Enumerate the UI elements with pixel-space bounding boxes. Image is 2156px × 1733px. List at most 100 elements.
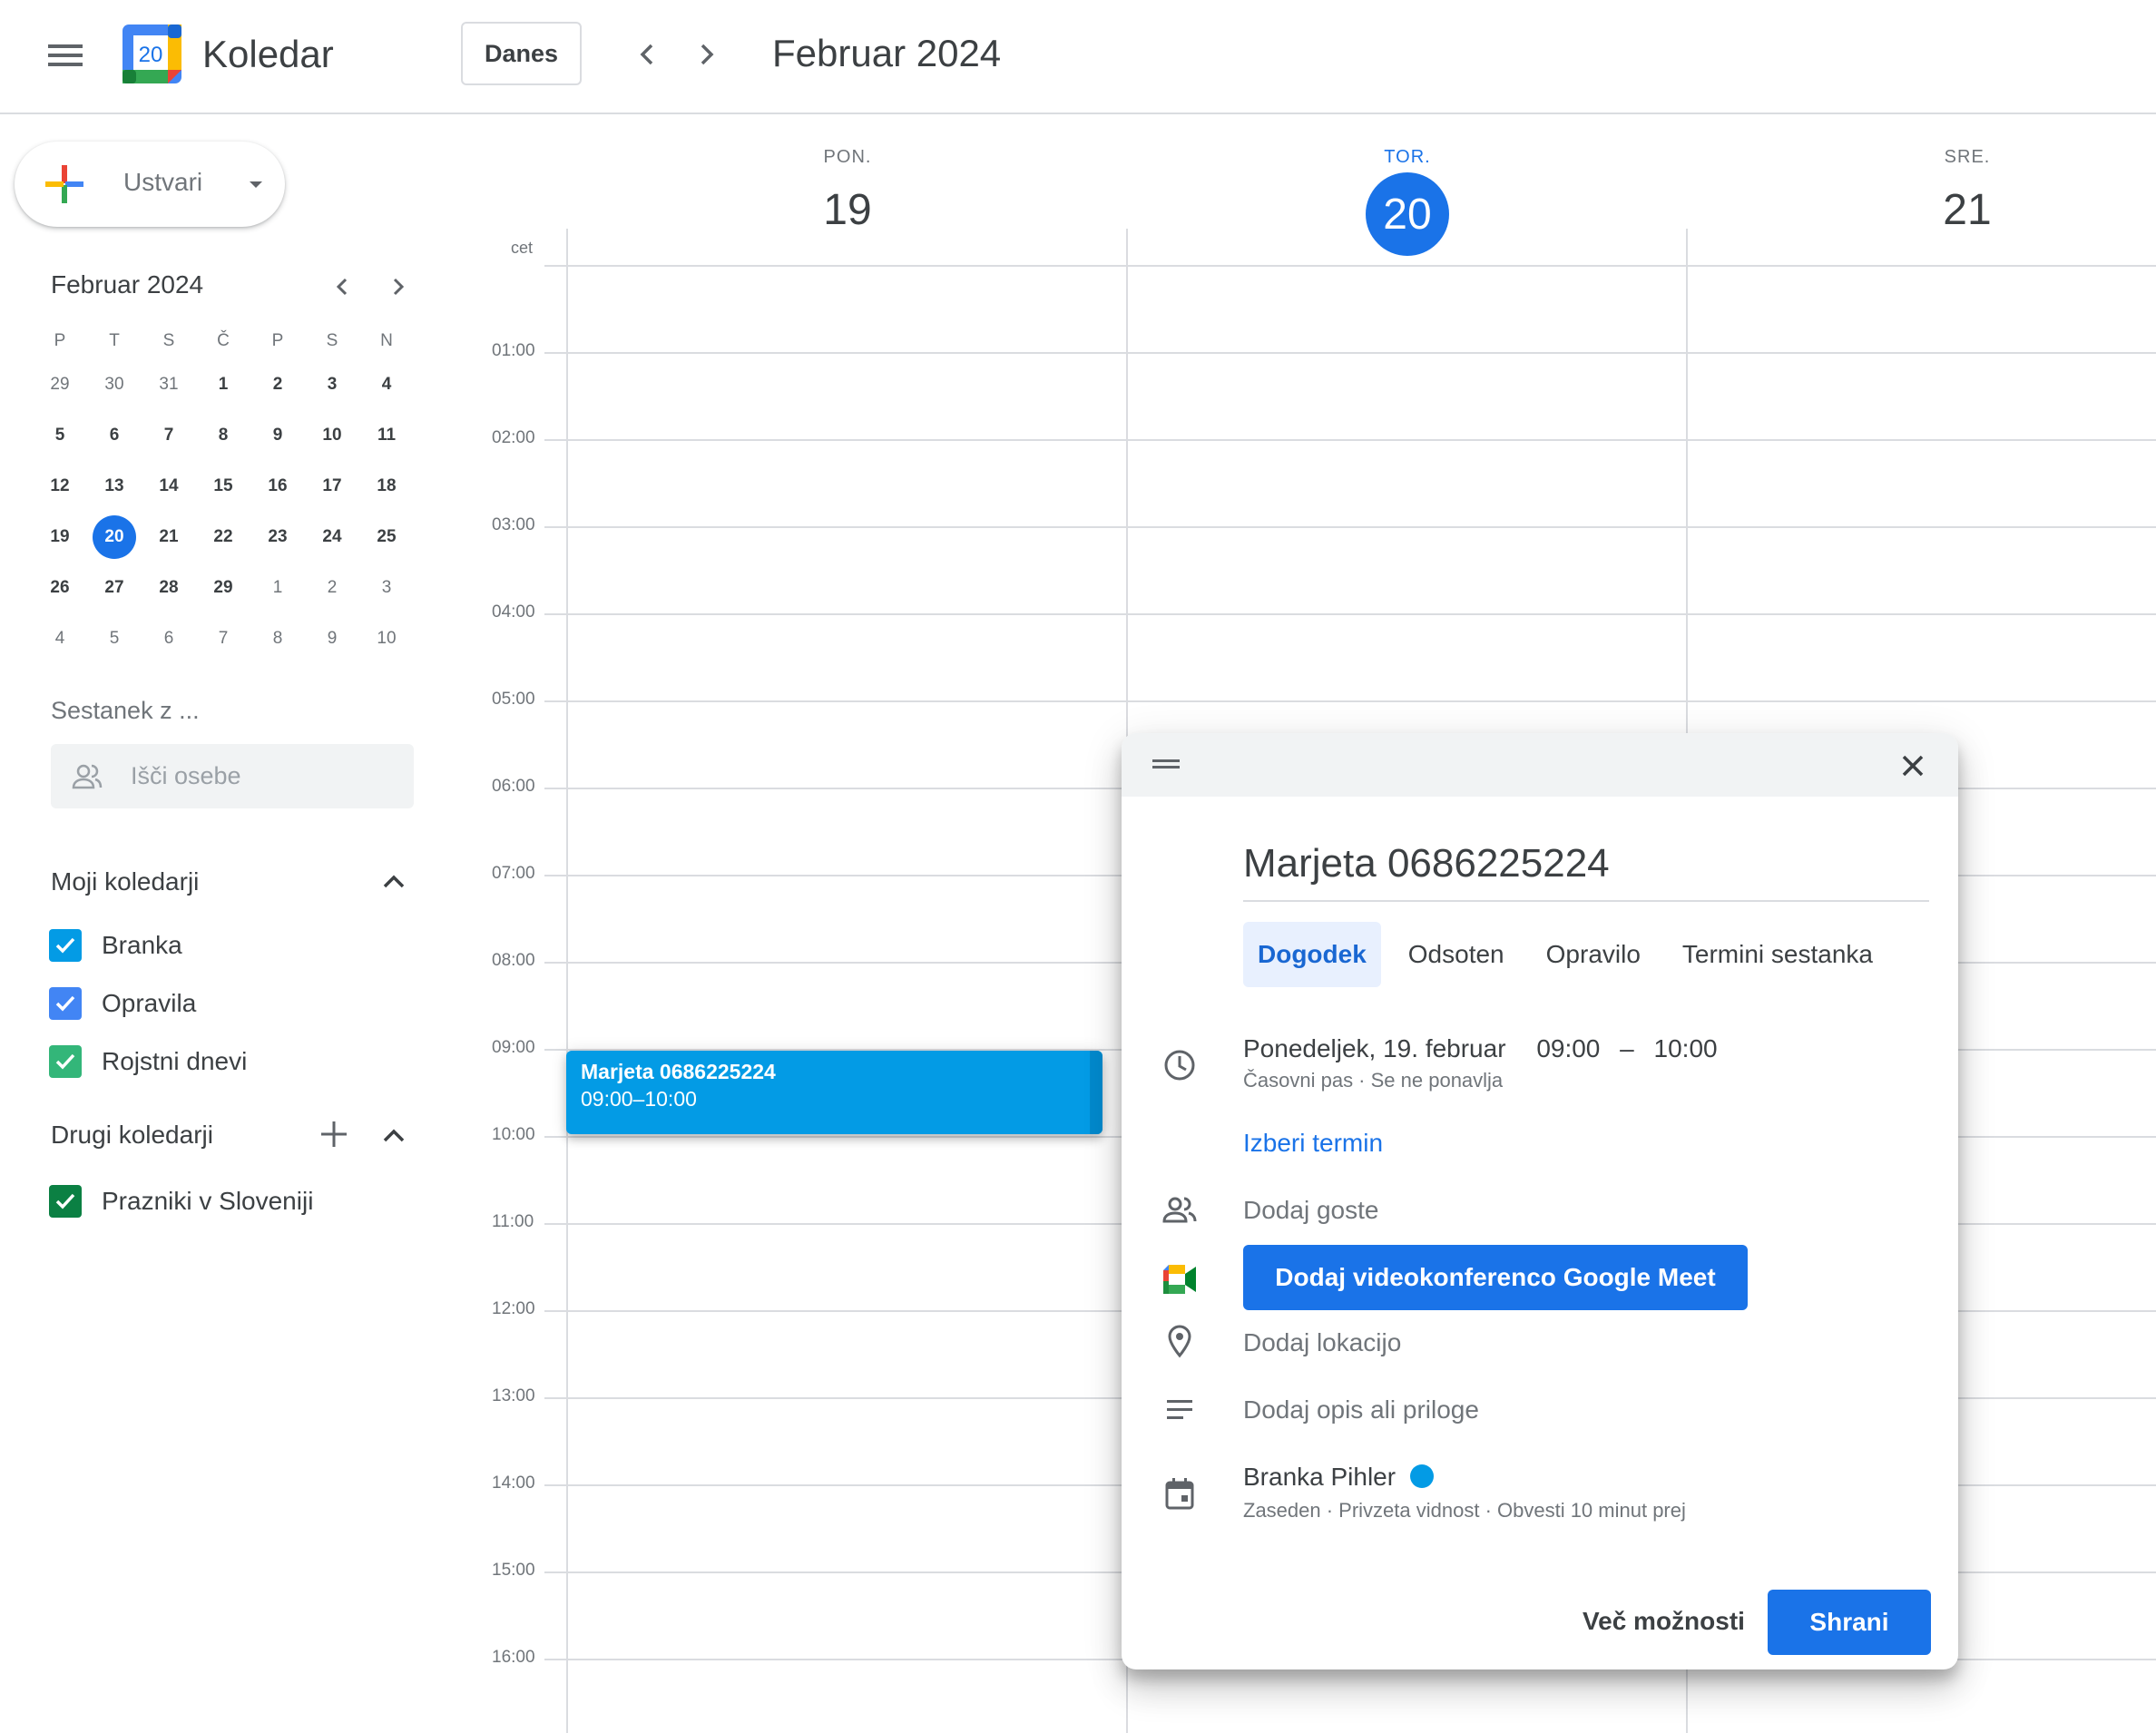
mini-calendar-day[interactable]: 27 [87, 563, 142, 613]
mini-calendar-day-number: 25 [377, 527, 397, 546]
mini-calendar-day[interactable]: 23 [250, 512, 305, 563]
mini-calendar-day[interactable]: 17 [305, 461, 359, 512]
checkbox-checked-icon[interactable] [49, 987, 82, 1020]
calendar-list-item[interactable]: Opravila [49, 984, 196, 1023]
checkbox-checked-icon[interactable] [49, 1185, 82, 1218]
mini-calendar-day[interactable]: 25 [359, 512, 414, 563]
mini-calendar-day-number: 6 [109, 426, 120, 445]
today-button[interactable]: Danes [461, 22, 582, 85]
checkbox-checked-icon[interactable] [49, 929, 82, 962]
mini-calendar-day[interactable]: 4 [359, 359, 414, 410]
add-guests-field[interactable]: Dodaj goste [1243, 1196, 1378, 1225]
day-header-num-wed[interactable]: 21 [1877, 185, 2058, 235]
logo-number: 20 [139, 43, 163, 67]
event-date[interactable]: Ponedeljek, 19. februar [1243, 1034, 1506, 1062]
mini-calendar-day-number: 11 [377, 426, 397, 445]
event-resize-handle[interactable] [1090, 1051, 1102, 1134]
time-zone-repeat-text[interactable]: Časovni pas · Se ne ponavlja [1243, 1069, 1503, 1092]
next-period-button[interactable] [682, 31, 730, 78]
add-google-meet-button[interactable]: Dodaj videokonferenco Google Meet [1243, 1245, 1748, 1310]
calendar-list-item[interactable]: Prazniki v Sloveniji [49, 1181, 313, 1221]
drag-handle-icon[interactable] [1152, 755, 1180, 773]
tab-task[interactable]: Opravilo [1532, 922, 1655, 987]
checkbox-checked-icon[interactable] [49, 1045, 82, 1078]
add-other-calendar-plus-icon[interactable] [316, 1116, 352, 1152]
create-label: Ustvari [123, 168, 203, 196]
mini-calendar-day[interactable]: 26 [33, 563, 87, 613]
mini-calendar-day[interactable]: 10 [305, 410, 359, 461]
mini-calendar-day-number: 28 [159, 578, 179, 597]
mini-calendar-day[interactable]: 5 [33, 410, 87, 461]
date-time-row: Ponedeljek, 19. februar 09:00 – 10:00 [1243, 1034, 1718, 1063]
search-people-input[interactable]: Išči osebe [51, 744, 414, 808]
mini-calendar-day[interactable]: 1 [250, 563, 305, 613]
mini-calendar-day-number: 15 [213, 476, 233, 495]
calendar-list-item[interactable]: Rojstni dnevi [49, 1042, 247, 1082]
save-button[interactable]: Shrani [1768, 1590, 1931, 1655]
tab-event[interactable]: Dogodek [1243, 922, 1381, 987]
mini-calendar-day[interactable]: 5 [87, 613, 142, 664]
mini-calendar-day[interactable]: 11 [359, 410, 414, 461]
mini-calendar-day[interactable]: 24 [305, 512, 359, 563]
mini-calendar-day[interactable]: 1 [196, 359, 250, 410]
tab-appointment-schedule[interactable]: Termini sestanka [1668, 922, 1887, 987]
mini-calendar-day[interactable]: 6 [142, 613, 196, 664]
event-end-time[interactable]: 10:00 [1654, 1034, 1718, 1062]
event-start-time[interactable]: 09:00 [1536, 1034, 1600, 1062]
mini-calendar-day[interactable]: 15 [196, 461, 250, 512]
add-description-field[interactable]: Dodaj opis ali priloge [1243, 1395, 1479, 1425]
collapse-my-calendars-chevron-up-icon[interactable] [376, 864, 412, 900]
mini-weekday-label: Č [217, 331, 230, 350]
mini-calendar-day[interactable]: 22 [196, 512, 250, 563]
mini-calendar-day[interactable]: 21 [142, 512, 196, 563]
calendar-list-item[interactable]: Branka [49, 925, 182, 965]
mini-calendar-day[interactable]: 31 [142, 359, 196, 410]
mini-calendar-day[interactable]: 3 [305, 359, 359, 410]
mini-calendar-day[interactable]: 29 [33, 359, 87, 410]
mini-calendar-day[interactable]: 8 [196, 410, 250, 461]
day-header-num-mon[interactable]: 19 [757, 185, 938, 235]
mini-calendar-day[interactable]: 9 [305, 613, 359, 664]
day-header-num-tue-today[interactable]: 20 [1366, 172, 1449, 256]
mini-calendar-day[interactable]: 8 [250, 613, 305, 664]
mini-calendar-day[interactable]: 9 [250, 410, 305, 461]
more-options-button[interactable]: Več možnosti [1566, 1590, 1761, 1653]
event-block[interactable]: Marjeta 0686225224 09:00–10:00 [566, 1051, 1102, 1134]
mini-calendar-day[interactable]: 10 [359, 613, 414, 664]
mini-calendar-day[interactable]: 20 [87, 512, 142, 563]
find-time-link[interactable]: Izberi termin [1243, 1129, 1383, 1158]
mini-calendar-day[interactable]: 2 [250, 359, 305, 410]
mini-calendar-day[interactable]: 30 [87, 359, 142, 410]
mini-calendar-day[interactable]: 12 [33, 461, 87, 512]
calendar-owner-row[interactable]: Branka Pihler [1243, 1463, 1435, 1492]
mini-calendar-day[interactable]: 16 [250, 461, 305, 512]
mini-calendar-day-number: 5 [54, 426, 65, 445]
calendar-name: Rojstni dnevi [102, 1047, 248, 1075]
mini-calendar-day[interactable]: 7 [142, 410, 196, 461]
mini-prev-month-button[interactable] [325, 269, 361, 305]
close-icon[interactable] [1895, 748, 1931, 784]
day-header-dow-mon: PON. [823, 147, 872, 167]
mini-calendar-day[interactable]: 19 [33, 512, 87, 563]
mini-calendar-day[interactable]: 6 [87, 410, 142, 461]
add-location-field[interactable]: Dodaj lokacijo [1243, 1328, 1401, 1357]
mini-calendar-day[interactable]: 14 [142, 461, 196, 512]
availability-visibility-text[interactable]: Zaseden · Privzeta vidnost · Obvesti 10 … [1243, 1499, 1686, 1522]
main-menu-icon[interactable] [40, 30, 91, 81]
mini-next-month-button[interactable] [379, 269, 416, 305]
collapse-other-calendars-chevron-up-icon[interactable] [376, 1118, 412, 1154]
mini-calendar-day[interactable]: 2 [305, 563, 359, 613]
mini-calendar-day[interactable]: 13 [87, 461, 142, 512]
mini-calendar-day[interactable]: 7 [196, 613, 250, 664]
event-title-input[interactable]: Marjeta 0686225224 [1243, 827, 1929, 902]
mini-calendar-day[interactable]: 3 [359, 563, 414, 613]
tab-out-of-office[interactable]: Odsoten [1394, 922, 1519, 987]
mini-calendar-day-number: 8 [272, 629, 283, 648]
mini-calendar-day[interactable]: 18 [359, 461, 414, 512]
mini-calendar-day[interactable]: 28 [142, 563, 196, 613]
previous-period-button[interactable] [624, 31, 671, 78]
mini-calendar-day[interactable]: 29 [196, 563, 250, 613]
create-button[interactable]: Ustvari [15, 142, 285, 227]
mini-calendar-day[interactable]: 4 [33, 613, 87, 664]
hour-line [544, 700, 2156, 702]
